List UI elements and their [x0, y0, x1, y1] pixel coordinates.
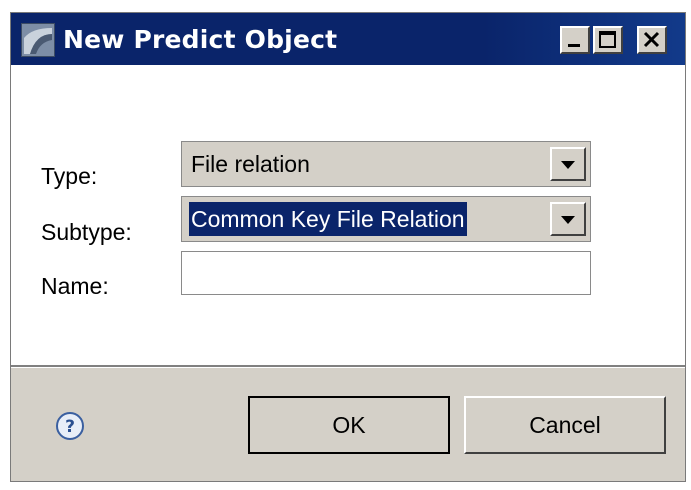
type-dropdown[interactable]: File relation	[181, 141, 591, 187]
maximize-icon	[599, 31, 616, 48]
subtype-dropdown-value: Common Key File Relation	[189, 202, 467, 236]
close-button[interactable]	[637, 26, 667, 54]
window-title: New Predict Object	[63, 25, 338, 54]
footer-separator	[11, 365, 685, 368]
subtype-dropdown-button[interactable]	[550, 202, 586, 236]
name-input[interactable]	[181, 251, 591, 295]
chevron-down-icon	[561, 216, 575, 224]
minimize-button[interactable]	[560, 26, 590, 54]
maximize-button[interactable]	[593, 26, 623, 54]
type-dropdown-value: File relation	[191, 151, 310, 177]
title-bar[interactable]: New Predict Object	[11, 13, 685, 65]
close-icon	[643, 31, 660, 48]
chevron-down-icon	[561, 161, 575, 169]
type-label: Type:	[41, 163, 98, 189]
dialog-content: Type: File relation Subtype: Common Key …	[11, 65, 685, 365]
help-icon: ?	[56, 412, 84, 440]
ok-button[interactable]: OK	[248, 396, 450, 454]
type-dropdown-button[interactable]	[550, 147, 586, 181]
subtype-dropdown[interactable]: Common Key File Relation	[181, 196, 591, 242]
name-label: Name:	[41, 273, 109, 299]
new-predict-object-dialog: New Predict Object Type: File relation S…	[10, 12, 686, 482]
help-button[interactable]: ?	[55, 411, 85, 441]
subtype-label: Subtype:	[41, 219, 132, 245]
predict-app-icon	[21, 23, 55, 57]
minimize-icon	[568, 44, 580, 47]
cancel-button[interactable]: Cancel	[464, 396, 666, 454]
svg-text:?: ?	[65, 417, 75, 437]
